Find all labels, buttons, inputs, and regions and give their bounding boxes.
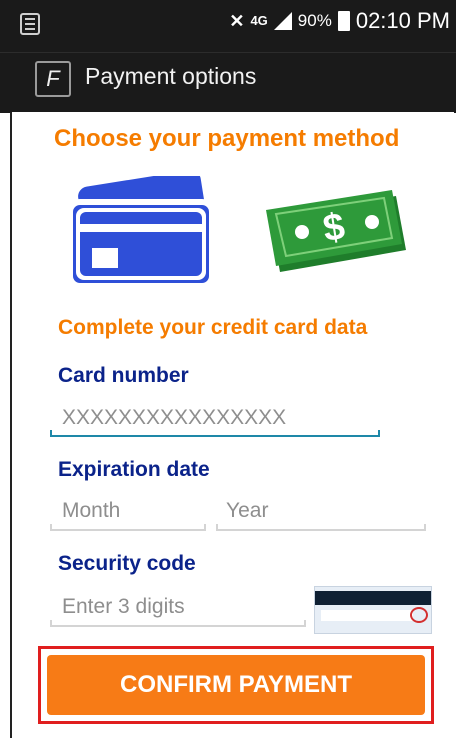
year-underline	[216, 524, 426, 531]
expiration-label: Expiration date	[58, 458, 210, 481]
expiration-month-input[interactable]: Month	[62, 499, 120, 523]
card-data-heading: Complete your credit card data	[58, 316, 368, 339]
credit-card-icon[interactable]	[67, 170, 215, 293]
magnetic-stripe	[315, 591, 431, 605]
card-number-label: Card number	[58, 364, 189, 387]
card-number-underline	[50, 430, 380, 437]
network-type: 4G	[250, 13, 268, 28]
app-bar: F Payment options	[0, 52, 456, 113]
confirm-payment-button[interactable]: CONFIRM PAYMENT	[47, 655, 425, 715]
security-underline	[50, 620, 306, 627]
status-right: ✕ 4G 90% 02:10 PM	[229, 8, 450, 34]
card-number-input[interactable]: XXXXXXXXXXXXXXXX	[62, 406, 286, 430]
payment-method-heading: Choose your payment method	[54, 125, 400, 152]
payment-content: Choose your payment method $ Complete yo…	[10, 112, 454, 738]
signature-band	[321, 610, 413, 621]
card-back-cvv-image	[314, 586, 432, 634]
confirm-highlight-frame: CONFIRM PAYMENT	[38, 646, 434, 724]
mute-icon: ✕	[229, 10, 245, 31]
cash-icon[interactable]: $	[264, 188, 410, 283]
clock: 02:10 PM	[355, 8, 450, 33]
app-logo-icon[interactable]: F	[35, 61, 71, 97]
security-code-label: Security code	[58, 552, 196, 575]
battery-percent: 90%	[297, 11, 332, 30]
page-title: Payment options	[85, 63, 257, 89]
signal-icon	[273, 12, 292, 30]
battery-icon	[337, 11, 350, 31]
security-code-input[interactable]: Enter 3 digits	[62, 595, 185, 619]
expiration-year-input[interactable]: Year	[226, 499, 268, 523]
status-bar: ✕ 4G 90% 02:10 PM	[0, 0, 456, 52]
cvv-highlight-icon	[410, 607, 428, 623]
month-underline	[50, 524, 206, 531]
notification-icon	[20, 13, 40, 35]
